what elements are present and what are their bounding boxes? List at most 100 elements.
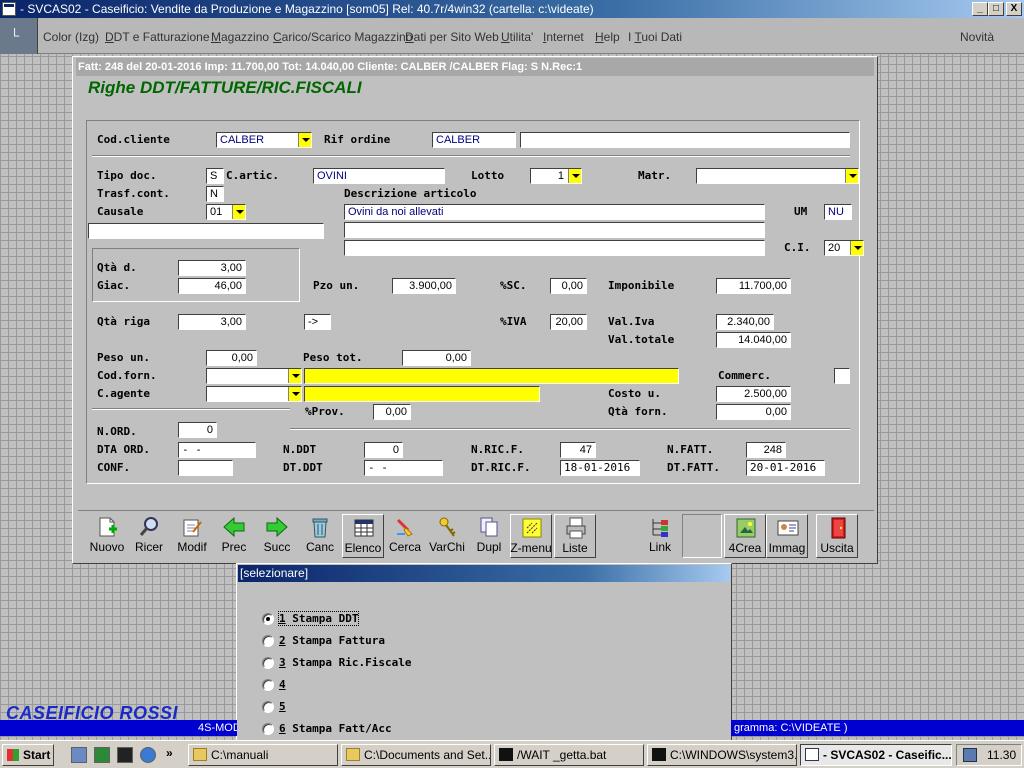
lotto-combo[interactable]: 1 [530, 168, 582, 184]
menu-logo-button[interactable]: └ [0, 18, 38, 54]
val-totale-field[interactable]: 14.040,00 [716, 332, 791, 348]
canc-button[interactable]: Canc [299, 514, 341, 558]
chevron-down-icon[interactable] [232, 205, 245, 219]
option-3-label[interactable]: 3 Stampa Ric.Fiscale [279, 656, 411, 669]
dupl-button[interactable]: Dupl [468, 514, 510, 558]
start-button[interactable]: Start [2, 744, 54, 766]
maximize-button[interactable]: □ [988, 2, 1004, 16]
menu-magazzino[interactable]: Magazzino [211, 30, 269, 44]
c-agente-combo[interactable] [206, 386, 302, 402]
menu-novita[interactable]: Novità [960, 30, 994, 44]
elenco-button[interactable]: Elenco [342, 514, 384, 558]
task-svcas02[interactable]: - SVCAS02 - Caseific... [800, 744, 952, 766]
option-2-label[interactable]: 2 Stampa Fattura [279, 634, 385, 647]
dt-fatt-field[interactable]: 20-01-2016 [746, 460, 825, 476]
option-1-radio[interactable] [262, 613, 274, 625]
costo-u-field[interactable]: 2.500,00 [716, 386, 791, 402]
task-documents[interactable]: C:\Documents and Set... [341, 744, 491, 766]
conf-field[interactable] [178, 460, 233, 476]
um-field[interactable]: NU [824, 204, 852, 220]
minimize-button[interactable]: _ [972, 2, 988, 16]
n-fatt-field[interactable]: 248 [746, 442, 786, 458]
iva-field[interactable]: 20,00 [550, 314, 587, 330]
quicklaunch-excel-icon[interactable] [94, 747, 110, 763]
giac-field[interactable]: 46,00 [178, 278, 246, 294]
trasf-cont-field[interactable]: N [206, 186, 224, 202]
menu-internet[interactable]: Internet [543, 30, 584, 44]
chevron-down-icon[interactable] [288, 387, 301, 401]
quicklaunch-explorer-icon[interactable] [71, 747, 87, 763]
descrizione-line-2[interactable] [344, 222, 765, 238]
rif-ordine-field[interactable]: CALBER [432, 132, 516, 148]
chevron-down-icon[interactable] [850, 241, 863, 255]
chevron-down-icon[interactable] [298, 133, 311, 147]
cod-forn-combo[interactable] [206, 368, 302, 384]
quicklaunch-ie-icon[interactable] [140, 747, 156, 763]
option-5-radio[interactable] [262, 701, 274, 713]
causale-note-field[interactable] [88, 223, 324, 239]
z-menu-button[interactable]: Z-menu [510, 514, 552, 558]
cod-cliente-combo[interactable]: CALBER [216, 132, 312, 148]
option-4-radio[interactable] [262, 679, 274, 691]
chevron-down-icon[interactable] [845, 169, 858, 183]
peso-tot-field[interactable]: 0,00 [402, 350, 471, 366]
option-6-label[interactable]: 6 Stampa Fatt/Acc [279, 722, 392, 735]
option-2-radio[interactable] [262, 635, 274, 647]
rif-ordine-ext-field[interactable] [520, 132, 850, 148]
c-artic-field[interactable]: OVINI [313, 168, 445, 184]
arrow-field[interactable]: -> [304, 314, 331, 330]
descrizione-line-1[interactable]: Ovini da noi allevati [344, 204, 765, 220]
menu-dati-sito-web[interactable]: Dati per Sito Web [405, 30, 499, 44]
close-button[interactable]: X [1006, 2, 1022, 16]
uscita-button[interactable]: Uscita [816, 514, 858, 558]
quicklaunch-cmd-icon[interactable] [117, 747, 133, 763]
cerca-button[interactable]: Cerca [384, 514, 426, 558]
option-3-radio[interactable] [262, 657, 274, 669]
dta-ord-field[interactable]: - - [178, 442, 256, 458]
quicklaunch-more[interactable]: » [166, 746, 173, 760]
modif-button[interactable]: Modif [171, 514, 213, 558]
val-iva-field[interactable]: 2.340,00 [716, 314, 774, 330]
dt-ric-f-field[interactable]: 18-01-2016 [560, 460, 640, 476]
peso-un-field[interactable]: 0,00 [206, 350, 257, 366]
descrizione-line-3[interactable] [344, 240, 765, 256]
menu-ddt-fatturazione[interactable]: DDT e Fatturazione [105, 30, 210, 44]
crea-button[interactable]: 4Crea [724, 514, 766, 558]
task-system32[interactable]: C:\WINDOWS\system3... [647, 744, 797, 766]
commerc-checkbox[interactable] [834, 368, 850, 384]
option-1-label[interactable]: 1 Stampa DDT [277, 611, 360, 626]
immag-button[interactable]: Immag [766, 514, 808, 558]
task-wait-bat[interactable]: /WAIT _getta.bat [494, 744, 644, 766]
sc-field[interactable]: 0,00 [550, 278, 587, 294]
n-ddt-field[interactable]: 0 [364, 442, 403, 458]
qta-d-field[interactable]: 3,00 [178, 260, 246, 276]
clock[interactable]: 11.30 [987, 748, 1016, 762]
menu-help[interactable]: Help [595, 30, 620, 44]
dt-ddt-field[interactable]: - - [364, 460, 443, 476]
n-ric-f-field[interactable]: 47 [560, 442, 596, 458]
succ-button[interactable]: Succ [256, 514, 298, 558]
nuovo-button[interactable]: Nuovo [86, 514, 128, 558]
app-icon[interactable] [2, 2, 16, 16]
window-title-bar[interactable]: - SVCAS02 - Caseificio: Vendite da Produ… [0, 0, 1024, 18]
qta-forn-field[interactable]: 0,00 [716, 404, 791, 420]
n-ord-field[interactable]: 0 [178, 422, 217, 438]
tray-network-icon[interactable] [963, 748, 977, 762]
option-5-label[interactable]: 5 [279, 700, 286, 713]
pzo-un-field[interactable]: 3.900,00 [392, 278, 456, 294]
prec-button[interactable]: Prec [213, 514, 255, 558]
link-button[interactable]: Link [639, 514, 681, 558]
menu-utilita[interactable]: Utilita' [501, 30, 533, 44]
option-6-radio[interactable] [262, 723, 274, 735]
varchi-button[interactable]: VarChi [426, 514, 468, 558]
option-4-label[interactable]: 4 [279, 678, 286, 691]
chevron-down-icon[interactable] [568, 169, 581, 183]
blank-toolbar-button[interactable] [682, 514, 722, 558]
qta-riga-field[interactable]: 3,00 [178, 314, 246, 330]
chevron-down-icon[interactable] [288, 369, 301, 383]
ci-combo[interactable]: 20 [824, 240, 864, 256]
liste-button[interactable]: Liste [554, 514, 596, 558]
imponibile-field[interactable]: 11.700,00 [716, 278, 791, 294]
causale-combo[interactable]: 01 [206, 204, 246, 220]
prov-field[interactable]: 0,00 [373, 404, 411, 420]
